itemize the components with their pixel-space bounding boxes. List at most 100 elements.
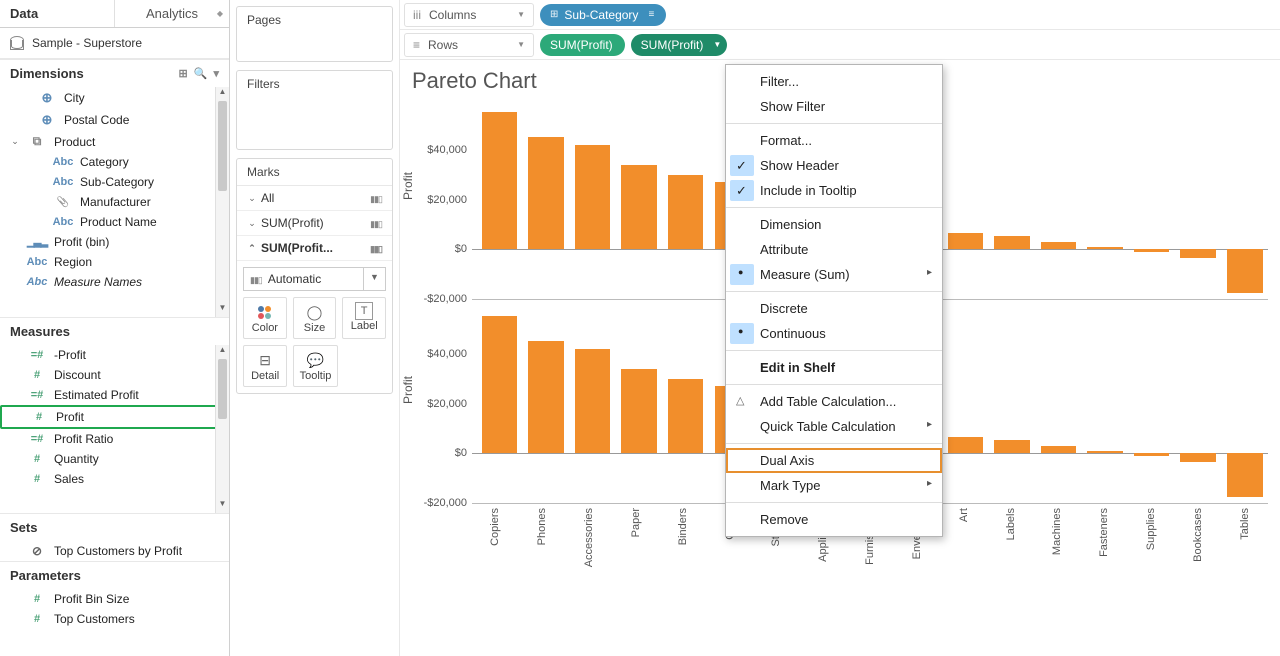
menu-remove[interactable]: Remove	[726, 507, 942, 532]
field-measurenames[interactable]: AbcMeasure Names	[0, 272, 229, 292]
menu-dualaxis[interactable]: Dual Axis	[726, 448, 942, 473]
bar-labels[interactable]	[989, 304, 1036, 503]
filters-card[interactable]: Filters	[236, 70, 393, 150]
dropdown-icon[interactable]: ▼	[517, 40, 525, 49]
dropdown-icon[interactable]: ▼	[364, 267, 386, 291]
bar-accessories[interactable]	[569, 100, 616, 299]
scrollbar[interactable]: ▲ ▼	[215, 345, 229, 513]
menu-attribute[interactable]: Attribute	[726, 237, 942, 262]
field-discount[interactable]: #Discount	[0, 365, 229, 385]
marks-all[interactable]: ⌄All	[237, 186, 392, 211]
mark-size[interactable]: ◯Size	[293, 297, 337, 339]
field-profit[interactable]: #Profit	[0, 405, 229, 429]
dimensions-tools[interactable]: ⊞ 🔍 ▾	[179, 67, 219, 80]
mark-tooltip[interactable]: 💬Tooltip	[293, 345, 337, 387]
menu-format[interactable]: Format...	[726, 128, 942, 153]
field-sales[interactable]: #Sales	[0, 469, 229, 489]
mark-label[interactable]: TLabel	[342, 297, 386, 339]
bar-tables[interactable]	[1222, 304, 1269, 503]
bar-phones[interactable]	[523, 100, 570, 299]
field-label: Sales	[54, 472, 84, 486]
tab-analytics[interactable]: Analytics	[114, 0, 229, 27]
x-label: Accessories	[566, 508, 613, 598]
field-estprofit[interactable]: =#Estimated Profit	[0, 385, 229, 405]
scroll-down-icon[interactable]: ▼	[216, 499, 229, 513]
field-topcust-param[interactable]: #Top Customers	[0, 609, 229, 629]
datasource-row[interactable]: Sample - Superstore	[0, 28, 229, 59]
tab-data[interactable]: Data	[0, 0, 114, 27]
menu-showfilter[interactable]: Show Filter	[726, 94, 942, 119]
menu-measure[interactable]: ●Measure (Sum)	[726, 262, 942, 287]
search-icon[interactable]: 🔍	[194, 67, 208, 80]
field-profitratio[interactable]: =#Profit Ratio	[0, 429, 229, 449]
marks-sum2[interactable]: ⌃SUM(Profit...	[237, 236, 392, 261]
bar-supplies[interactable]	[1128, 100, 1175, 299]
field-topcust-set[interactable]: Top Customers by Profit	[0, 541, 229, 561]
rows-label[interactable]: ≡ Rows ▼	[404, 33, 534, 57]
menu-marktype[interactable]: Mark Type	[726, 473, 942, 498]
folder-product[interactable]: ⌄Product	[0, 131, 229, 152]
bar-binders[interactable]	[662, 304, 709, 503]
field-negprofit[interactable]: =#-Profit	[0, 345, 229, 365]
view-grid-icon[interactable]: ⊞	[179, 67, 188, 80]
bar-accessories[interactable]	[569, 304, 616, 503]
bar-fasteners[interactable]	[1082, 100, 1129, 299]
bar-machines[interactable]	[1035, 304, 1082, 503]
bar-tables[interactable]	[1222, 100, 1269, 299]
pill-subcategory[interactable]: ⊞ Sub-Category ≡	[540, 4, 666, 26]
columns-shelf[interactable]: iii Columns ▼ ⊞ Sub-Category ≡	[400, 0, 1280, 30]
bar-phones[interactable]	[523, 304, 570, 503]
field-manufacturer[interactable]: Manufacturer	[0, 192, 229, 212]
scroll-up-icon[interactable]: ▲	[216, 345, 229, 359]
bar-binders[interactable]	[662, 100, 709, 299]
scrollbar[interactable]: ▲ ▼	[215, 87, 229, 317]
bar-copiers[interactable]	[476, 304, 523, 503]
field-productname[interactable]: AbcProduct Name	[0, 212, 229, 232]
rows-shelf[interactable]: ≡ Rows ▼ SUM(Profit) SUM(Profit) ▼	[400, 30, 1280, 60]
mark-type-select[interactable]: Automatic ▼	[243, 267, 386, 291]
pages-card[interactable]: Pages	[236, 6, 393, 62]
bar-labels[interactable]	[989, 100, 1036, 299]
scroll-thumb[interactable]	[218, 101, 227, 191]
field-category[interactable]: AbcCategory	[0, 152, 229, 172]
field-region[interactable]: AbcRegion	[0, 252, 229, 272]
bar-fasteners[interactable]	[1082, 304, 1129, 503]
pill-context-menu[interactable]: Filter... Show Filter Format... ✓Show He…	[725, 64, 943, 537]
bar-icon	[250, 272, 262, 286]
menu-tooltip[interactable]: ✓Include in Tooltip	[726, 178, 942, 203]
bar-machines[interactable]	[1035, 100, 1082, 299]
bar-bookcases[interactable]	[1175, 100, 1222, 299]
field-subcategory[interactable]: AbcSub-Category	[0, 172, 229, 192]
bar-paper[interactable]	[616, 304, 663, 503]
scroll-up-icon[interactable]: ▲	[216, 87, 229, 101]
field-profitbin[interactable]: Profit (bin)	[0, 232, 229, 252]
scroll-thumb[interactable]	[218, 359, 227, 419]
bar-copiers[interactable]	[476, 100, 523, 299]
menu-continuous[interactable]: ●Continuous	[726, 321, 942, 346]
bar-art[interactable]	[942, 100, 989, 299]
bar-paper[interactable]	[616, 100, 663, 299]
menu-dimension[interactable]: Dimension	[726, 212, 942, 237]
bar-art[interactable]	[942, 304, 989, 503]
menu-editshelf[interactable]: Edit in Shelf	[726, 355, 942, 380]
field-postal[interactable]: Postal Code	[0, 109, 229, 131]
bar-supplies[interactable]	[1128, 304, 1175, 503]
menu-showheader[interactable]: ✓Show Header	[726, 153, 942, 178]
menu-discrete[interactable]: Discrete	[726, 296, 942, 321]
bar-bookcases[interactable]	[1175, 304, 1222, 503]
dropdown-icon[interactable]: ▼	[517, 10, 525, 19]
menu-quickcalc[interactable]: Quick Table Calculation	[726, 414, 942, 439]
menu-filter[interactable]: Filter...	[726, 69, 942, 94]
field-profitbinsize[interactable]: #Profit Bin Size	[0, 589, 229, 609]
marks-sum1[interactable]: ⌄SUM(Profit)	[237, 211, 392, 236]
field-city[interactable]: City	[0, 87, 229, 109]
pill-sumprofit-2[interactable]: SUM(Profit) ▼	[631, 34, 728, 56]
menu-addcalc[interactable]: Add Table Calculation...	[726, 389, 942, 414]
pill-sumprofit-1[interactable]: SUM(Profit)	[540, 34, 625, 56]
field-quantity[interactable]: #Quantity	[0, 449, 229, 469]
mark-detail[interactable]: ⊟Detail	[243, 345, 287, 387]
mark-color[interactable]: Color	[243, 297, 287, 339]
scroll-down-icon[interactable]: ▼	[216, 303, 229, 317]
columns-label[interactable]: iii Columns ▼	[404, 3, 534, 27]
menu-dropdown-icon[interactable]: ▾	[213, 67, 219, 80]
